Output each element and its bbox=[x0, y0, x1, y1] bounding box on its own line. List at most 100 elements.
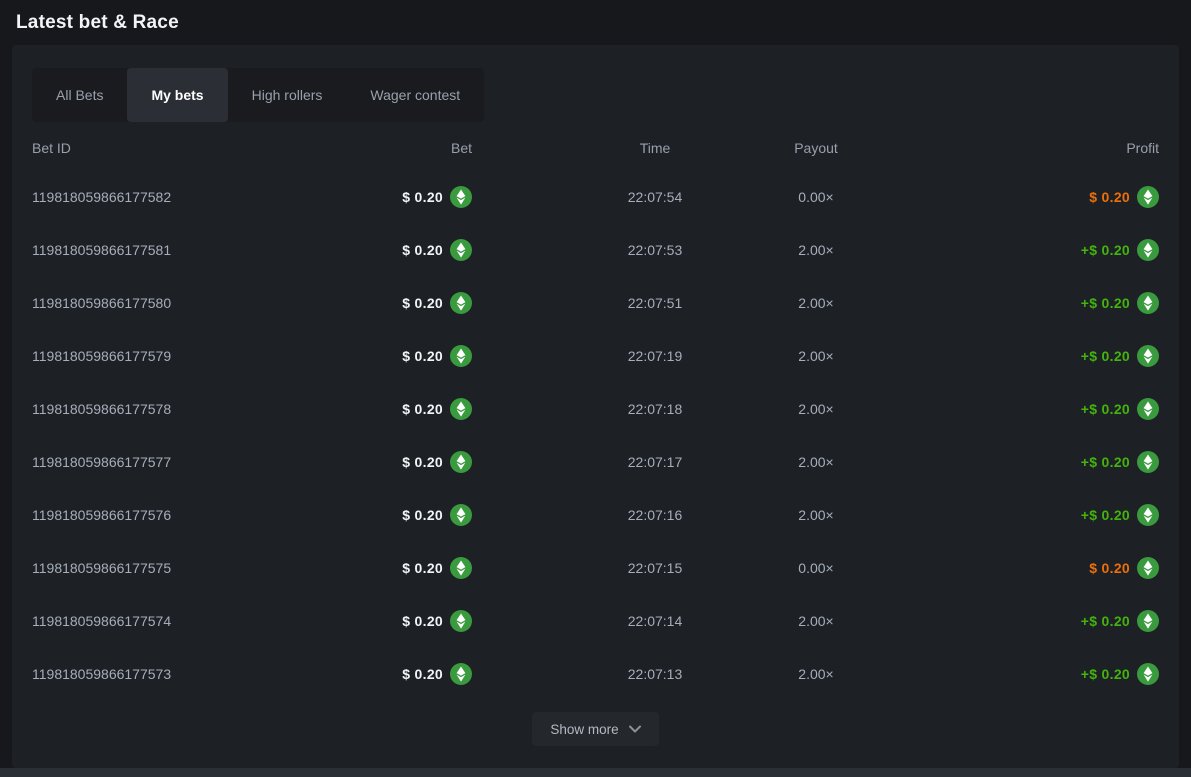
bet-id-cell: 119818059866177576 bbox=[32, 507, 282, 523]
bet-amount: $ 0.20 bbox=[402, 613, 443, 629]
time-cell: 22:07:13 bbox=[540, 666, 770, 682]
bet-amount: $ 0.20 bbox=[402, 666, 443, 682]
bet-amount: $ 0.20 bbox=[402, 242, 443, 258]
column-header-payout: Payout bbox=[770, 140, 862, 156]
chevron-down-icon bbox=[629, 725, 641, 733]
profit-amount: +$ 0.20 bbox=[1081, 507, 1130, 523]
bet-amount: $ 0.20 bbox=[402, 348, 443, 364]
column-header-profit: Profit bbox=[862, 140, 1159, 156]
eth-coin-icon bbox=[1137, 610, 1159, 632]
profit-cell: $ 0.20 bbox=[862, 557, 1159, 579]
eth-coin-icon bbox=[1137, 451, 1159, 473]
table-row: 119818059866177576 $ 0.20 22:07:16 2.00×… bbox=[32, 488, 1159, 541]
eth-coin-icon bbox=[1137, 663, 1159, 685]
table-row: 119818059866177574 $ 0.20 22:07:14 2.00×… bbox=[32, 594, 1159, 647]
column-header-time: Time bbox=[540, 140, 770, 156]
profit-amount: +$ 0.20 bbox=[1081, 613, 1130, 629]
eth-coin-icon bbox=[1137, 345, 1159, 367]
profit-cell: +$ 0.20 bbox=[862, 239, 1159, 261]
eth-coin-icon bbox=[1137, 557, 1159, 579]
profit-amount: +$ 0.20 bbox=[1081, 348, 1130, 364]
bet-id-cell: 119818059866177577 bbox=[32, 454, 282, 470]
tab-wager-contest[interactable]: Wager contest bbox=[346, 68, 484, 122]
payout-cell: 0.00× bbox=[770, 560, 862, 576]
bets-table: Bet ID Bet Time Payout Profit 1198180598… bbox=[32, 126, 1159, 700]
show-more-button[interactable]: Show more bbox=[532, 712, 658, 746]
table-row: 119818059866177577 $ 0.20 22:07:17 2.00×… bbox=[32, 435, 1159, 488]
profit-cell: +$ 0.20 bbox=[862, 610, 1159, 632]
bet-amount: $ 0.20 bbox=[402, 507, 443, 523]
bet-amount: $ 0.20 bbox=[402, 401, 443, 417]
bet-amount-cell: $ 0.20 bbox=[282, 610, 540, 632]
eth-coin-icon bbox=[450, 557, 472, 579]
table-body: 119818059866177582 $ 0.20 22:07:54 0.00×… bbox=[32, 170, 1159, 700]
table-row: 119818059866177580 $ 0.20 22:07:51 2.00×… bbox=[32, 276, 1159, 329]
bet-amount: $ 0.20 bbox=[402, 454, 443, 470]
table-row: 119818059866177579 $ 0.20 22:07:19 2.00×… bbox=[32, 329, 1159, 382]
profit-amount: +$ 0.20 bbox=[1081, 454, 1130, 470]
bet-amount-cell: $ 0.20 bbox=[282, 663, 540, 685]
time-cell: 22:07:15 bbox=[540, 560, 770, 576]
bet-id-cell: 119818059866177573 bbox=[32, 666, 282, 682]
profit-cell: +$ 0.20 bbox=[862, 663, 1159, 685]
time-cell: 22:07:53 bbox=[540, 242, 770, 258]
profit-cell: +$ 0.20 bbox=[862, 398, 1159, 420]
eth-coin-icon bbox=[450, 451, 472, 473]
bet-id-cell: 119818059866177582 bbox=[32, 189, 282, 205]
eth-coin-icon bbox=[1137, 292, 1159, 314]
time-cell: 22:07:54 bbox=[540, 189, 770, 205]
payout-cell: 2.00× bbox=[770, 507, 862, 523]
column-header-bet-id: Bet ID bbox=[32, 140, 282, 156]
tab-my-bets[interactable]: My bets bbox=[127, 68, 227, 122]
column-header-bet: Bet bbox=[282, 140, 540, 156]
payout-cell: 2.00× bbox=[770, 666, 862, 682]
table-header-row: Bet ID Bet Time Payout Profit bbox=[32, 126, 1159, 170]
tab-all-bets[interactable]: All Bets bbox=[32, 68, 127, 122]
eth-coin-icon bbox=[1137, 186, 1159, 208]
time-cell: 22:07:14 bbox=[540, 613, 770, 629]
table-row: 119818059866177582 $ 0.20 22:07:54 0.00×… bbox=[32, 170, 1159, 223]
tab-label: Wager contest bbox=[370, 87, 460, 103]
bet-amount-cell: $ 0.20 bbox=[282, 186, 540, 208]
profit-amount: $ 0.20 bbox=[1089, 189, 1130, 205]
eth-coin-icon bbox=[1137, 398, 1159, 420]
payout-cell: 2.00× bbox=[770, 242, 862, 258]
tab-high-rollers[interactable]: High rollers bbox=[228, 68, 347, 122]
show-more-label: Show more bbox=[550, 722, 618, 737]
bets-tabs: All Bets My bets High rollers Wager cont… bbox=[32, 68, 484, 122]
bet-amount-cell: $ 0.20 bbox=[282, 345, 540, 367]
eth-coin-icon bbox=[450, 239, 472, 261]
bet-id-cell: 119818059866177574 bbox=[32, 613, 282, 629]
bet-amount-cell: $ 0.20 bbox=[282, 398, 540, 420]
profit-cell: +$ 0.20 bbox=[862, 451, 1159, 473]
section-header: Latest bet & Race bbox=[0, 0, 1191, 45]
time-cell: 22:07:17 bbox=[540, 454, 770, 470]
time-cell: 22:07:16 bbox=[540, 507, 770, 523]
bet-id-cell: 119818059866177579 bbox=[32, 348, 282, 364]
bet-amount-cell: $ 0.20 bbox=[282, 292, 540, 314]
profit-amount: $ 0.20 bbox=[1089, 560, 1130, 576]
profit-amount: +$ 0.20 bbox=[1081, 295, 1130, 311]
time-cell: 22:07:51 bbox=[540, 295, 770, 311]
payout-cell: 2.00× bbox=[770, 613, 862, 629]
latest-bets-panel: All Bets My bets High rollers Wager cont… bbox=[12, 45, 1179, 768]
bet-amount: $ 0.20 bbox=[402, 295, 443, 311]
tab-label: High rollers bbox=[252, 87, 323, 103]
profit-cell: +$ 0.20 bbox=[862, 292, 1159, 314]
profit-amount: +$ 0.20 bbox=[1081, 401, 1130, 417]
payout-cell: 2.00× bbox=[770, 348, 862, 364]
bet-id-cell: 119818059866177575 bbox=[32, 560, 282, 576]
bet-amount-cell: $ 0.20 bbox=[282, 451, 540, 473]
bet-id-cell: 119818059866177581 bbox=[32, 242, 282, 258]
profit-cell: $ 0.20 bbox=[862, 186, 1159, 208]
bet-amount: $ 0.20 bbox=[402, 189, 443, 205]
eth-coin-icon bbox=[1137, 504, 1159, 526]
bet-amount-cell: $ 0.20 bbox=[282, 239, 540, 261]
profit-amount: +$ 0.20 bbox=[1081, 242, 1130, 258]
bet-amount: $ 0.20 bbox=[402, 560, 443, 576]
eth-coin-icon bbox=[450, 292, 472, 314]
eth-coin-icon bbox=[450, 504, 472, 526]
eth-coin-icon bbox=[450, 186, 472, 208]
table-row: 119818059866177573 $ 0.20 22:07:13 2.00×… bbox=[32, 647, 1159, 700]
profit-amount: +$ 0.20 bbox=[1081, 666, 1130, 682]
